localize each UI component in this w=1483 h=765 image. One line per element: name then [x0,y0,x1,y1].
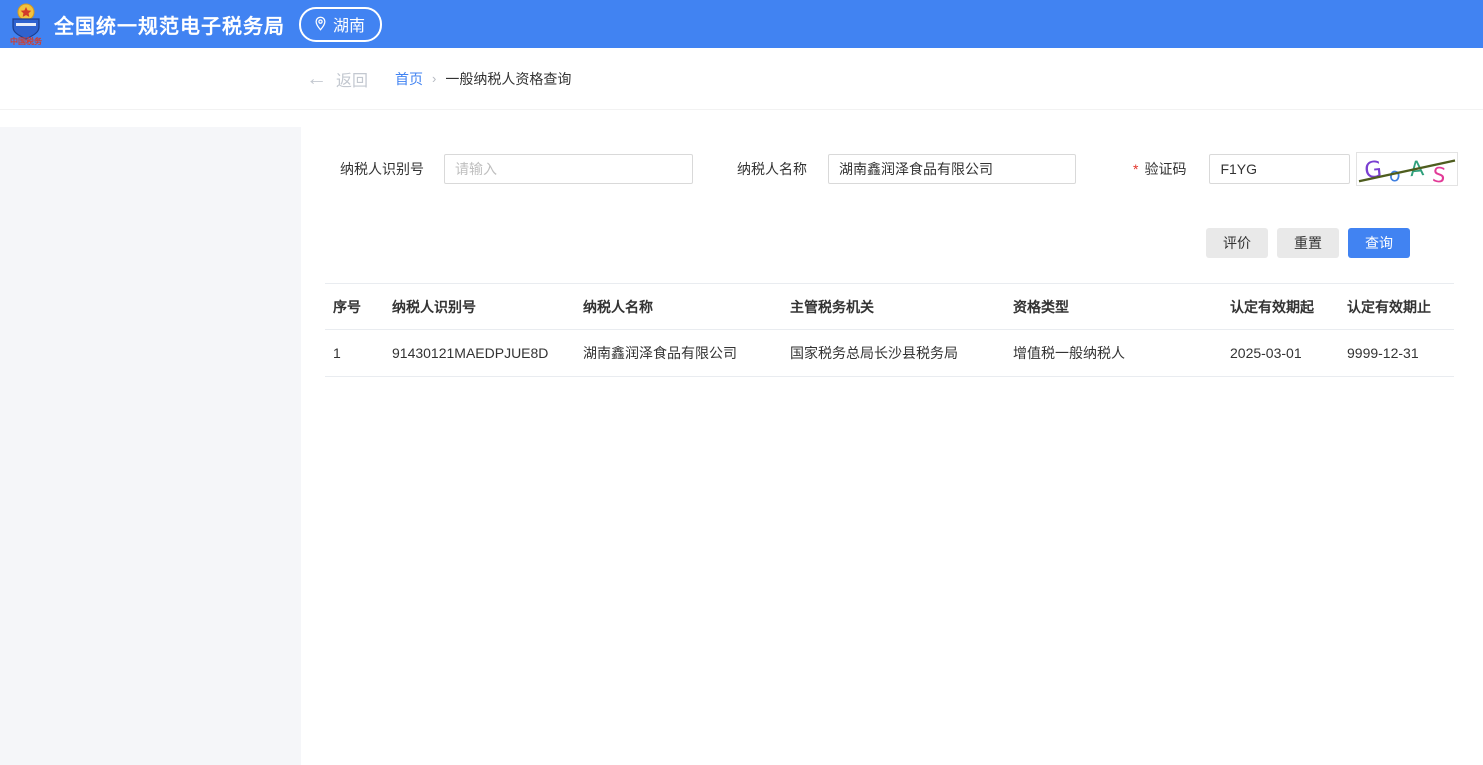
cell-tax-authority: 国家税务总局长沙县税务局 [782,330,1005,377]
results-table: 序号 纳税人识别号 纳税人名称 主管税务机关 资格类型 认定有效期起 认定有效期… [325,283,1454,377]
back-arrow-icon[interactable]: ← [306,68,327,89]
cell-taxpayer-id: 91430121MAEDPJUE8D [384,330,575,377]
app-title: 全国统一规范电子税务局 [54,10,285,39]
logo-caption: 中国税务 [10,36,43,45]
col-header-qualification-type: 资格类型 [1005,284,1222,330]
query-form: 纳税人识别号 纳税人名称 * 验证码 G o A S [301,152,1483,186]
breadcrumb-home-link[interactable]: 首页 [395,69,423,89]
query-button[interactable]: 查询 [1348,228,1410,258]
location-pin-icon [313,16,328,31]
tax-bureau-logo-icon: 中国税务 [8,3,44,45]
cell-qualification-type: 增值税一般纳税人 [1005,330,1222,377]
location-label: 湖南 [333,12,365,36]
col-header-valid-from: 认定有效期起 [1222,284,1339,330]
cell-valid-to: 9999-12-31 [1339,330,1454,377]
col-header-tax-authority: 主管税务机关 [782,284,1005,330]
col-header-valid-to: 认定有效期止 [1339,284,1454,330]
app-header: 中国税务 全国统一规范电子税务局 湖南 [0,0,1483,48]
taxpayer-id-label: 纳税人识别号 [340,159,424,179]
captcha-group: * 验证码 G o A S [1133,152,1458,186]
taxpayer-id-input[interactable] [444,154,693,184]
required-asterisk: * [1133,161,1138,177]
col-header-taxpayer-name: 纳税人名称 [575,284,782,330]
captcha-input[interactable] [1209,154,1350,184]
captcha-letters: G o A S [1357,153,1457,185]
cell-valid-from: 2025-03-01 [1222,330,1339,377]
page-background: 纳税人识别号 纳税人名称 * 验证码 G o A S [0,127,1483,765]
location-selector[interactable]: 湖南 [299,7,382,42]
evaluate-button[interactable]: 评价 [1206,228,1268,258]
taxpayer-name-group: 纳税人名称 [737,154,1076,184]
col-header-taxpayer-id: 纳税人识别号 [384,284,575,330]
taxpayer-name-input[interactable] [828,154,1076,184]
reset-button[interactable]: 重置 [1277,228,1339,258]
content-panel: 纳税人识别号 纳税人名称 * 验证码 G o A S [301,127,1483,765]
back-button[interactable]: 返回 [336,67,368,91]
taxpayer-name-label: 纳税人名称 [737,159,807,179]
captcha-label: 验证码 [1144,159,1186,179]
breadcrumb-current-page: 一般纳税人资格查询 [445,69,571,89]
table-row: 1 91430121MAEDPJUE8D 湖南鑫润泽食品有限公司 国家税务总局长… [325,330,1454,377]
taxpayer-id-group: 纳税人识别号 [340,154,693,184]
cell-seq: 1 [325,330,384,377]
table-header-row: 序号 纳税人识别号 纳税人名称 主管税务机关 资格类型 认定有效期起 认定有效期… [325,284,1454,330]
breadcrumb-bar: ← 返回 首页 › 一般纳税人资格查询 [0,48,1483,110]
cell-taxpayer-name: 湖南鑫润泽食品有限公司 [575,330,782,377]
col-header-seq: 序号 [325,284,384,330]
breadcrumb-separator: › [432,71,436,86]
action-buttons: 评价 重置 查询 [301,228,1483,258]
captcha-image[interactable]: G o A S [1356,152,1458,186]
